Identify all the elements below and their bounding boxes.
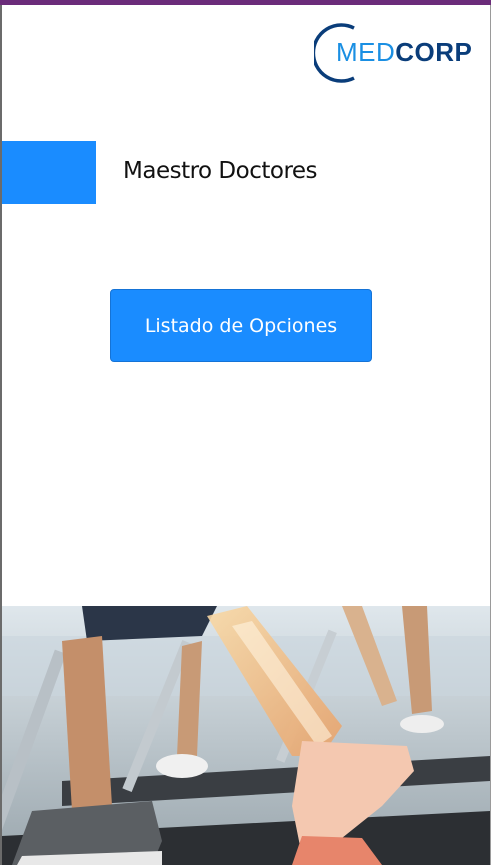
hero-image <box>2 606 490 865</box>
logo-wordmark: MEDCORP <box>336 37 472 68</box>
medcorp-logo: MEDCORP <box>314 22 474 84</box>
logo-corp-text: CORP <box>395 37 473 67</box>
page-title: Maestro Doctores <box>123 158 318 184</box>
top-bar <box>0 0 491 5</box>
treadmill-runners-photo <box>2 606 490 865</box>
options-list-button[interactable]: Listado de Opciones <box>110 289 372 362</box>
title-accent-block <box>2 141 96 204</box>
logo-med-text: MED <box>336 37 396 67</box>
